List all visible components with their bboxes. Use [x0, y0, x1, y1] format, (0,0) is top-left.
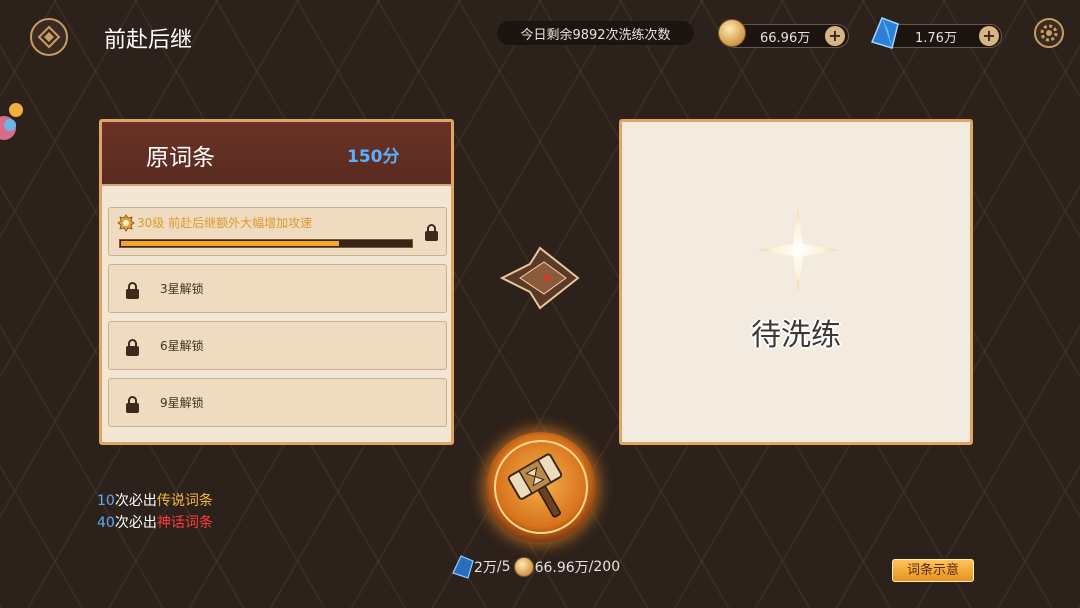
- mythic-guarantee-tier: 神话词条: [156, 515, 213, 531]
- legendary-guarantee-tier: 传说词条: [156, 493, 213, 509]
- mythic-guarantee-count: 40: [97, 515, 115, 531]
- add-coins-button[interactable]: +: [825, 26, 845, 46]
- mythic-guarantee: 40次必出神话词条: [97, 512, 213, 532]
- daily-remaining-counter: 今日剩余9892次洗练次数: [497, 21, 694, 45]
- coin-balance-value: 66.96万: [760, 30, 811, 46]
- original-affix-panel: 原词条 150分 30级 前赴后继额外大幅增加攻速 3星解锁 6星解锁 9星解锁: [99, 119, 454, 445]
- legendary-guarantee: 10次必出传说词条: [97, 490, 213, 510]
- gem-icon: [452, 555, 474, 579]
- add-gems-button[interactable]: +: [979, 26, 999, 46]
- coin-held: 66.96万: [534, 560, 589, 576]
- hammer-icon: [494, 440, 588, 534]
- affix-score: 150分: [347, 147, 400, 167]
- affix-preview-button[interactable]: 词条示意: [892, 559, 974, 582]
- affix-row-2[interactable]: 3星解锁: [108, 264, 447, 313]
- result-status: 待洗练: [751, 318, 841, 353]
- settings-button[interactable]: [1034, 18, 1064, 48]
- affix-row-4-text: 9星解锁: [160, 396, 204, 410]
- affix-row-4[interactable]: 9星解锁: [108, 378, 447, 427]
- reforge-button[interactable]: [486, 432, 596, 542]
- back-icon: [37, 25, 61, 49]
- back-button[interactable]: [30, 18, 68, 56]
- legendary-guarantee-mid: 次必出: [114, 493, 157, 509]
- result-panel: 待洗练: [619, 119, 973, 445]
- affix-row-3-text: 6星解锁: [160, 339, 204, 353]
- coin-icon: [718, 19, 746, 47]
- affix-row-1[interactable]: 30级 前赴后继额外大幅增加攻速: [108, 207, 447, 256]
- lock-icon: [126, 396, 139, 413]
- lock-icon: [425, 224, 438, 241]
- affix-row-1-text: 30级 前赴后继额外大幅增加攻速: [137, 216, 313, 230]
- gem-cost-count: 5: [501, 559, 511, 575]
- lock-icon: [126, 339, 139, 356]
- coin-cost: 200: [593, 559, 621, 575]
- side-menu-icon[interactable]: [0, 100, 26, 142]
- lock-icon: [126, 282, 139, 299]
- affix-row-2-text: 3星解锁: [160, 282, 204, 296]
- reforge-cost: 2万/5 66.96万/200: [452, 555, 621, 579]
- arrow-right-icon: [500, 246, 580, 310]
- affix-badge-icon: [117, 214, 135, 232]
- gear-icon: [1040, 24, 1058, 42]
- gem-balance-value: 1.76万: [915, 30, 957, 46]
- original-affix-title: 原词条: [146, 145, 215, 171]
- affix-progress-bar: [119, 239, 413, 248]
- affix-row-3[interactable]: 6星解锁: [108, 321, 447, 370]
- affix-progress-fill: [121, 241, 339, 246]
- original-affix-header: 原词条 150分: [102, 122, 451, 186]
- coin-icon: [513, 557, 534, 577]
- gem-cost: 2万: [474, 560, 497, 576]
- page-title: 前赴后继: [104, 28, 193, 53]
- legendary-guarantee-count: 10: [97, 493, 115, 509]
- sparkle-icon: [758, 208, 838, 292]
- gem-icon: [870, 17, 899, 49]
- mythic-guarantee-mid: 次必出: [114, 515, 157, 531]
